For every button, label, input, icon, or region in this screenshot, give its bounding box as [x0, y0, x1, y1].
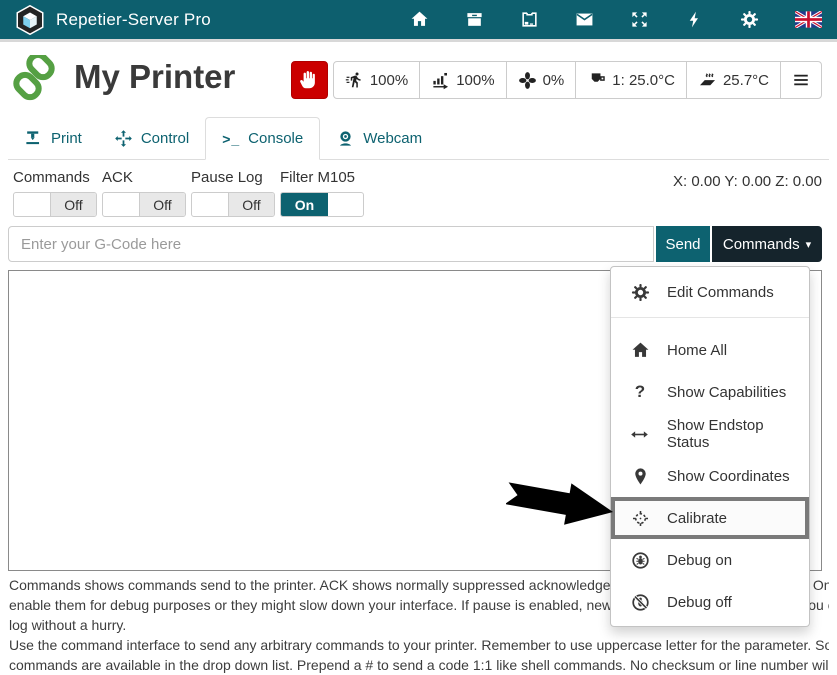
- gear-icon: [629, 283, 651, 302]
- top-navbar: Repetier-Server Pro: [0, 0, 837, 42]
- tab-label: Webcam: [363, 130, 422, 147]
- toggle-state: Off: [139, 193, 185, 216]
- tab-control[interactable]: Control: [98, 117, 205, 159]
- menu-item-label: Debug off: [667, 594, 732, 611]
- tab-label: Console: [248, 130, 303, 147]
- emergency-stop-button[interactable]: [291, 61, 328, 99]
- speed-runner-icon: [345, 71, 364, 90]
- toggle-state: Off: [228, 193, 274, 216]
- printer-link-icon: [10, 55, 58, 103]
- menu-item-show-endstop-status[interactable]: Show Endstop Status: [611, 413, 809, 455]
- printer-status-bar: 100% 100% 0% 1: 25.0°C: [291, 61, 822, 99]
- bug-off-icon: [629, 593, 651, 612]
- menu-item-label: Show Coordinates: [667, 468, 790, 485]
- stop-hand-icon: [298, 69, 320, 91]
- toggle-state: On: [281, 193, 328, 216]
- menu-item-home-all[interactable]: Home All: [611, 329, 809, 371]
- gcode-input[interactable]: [8, 226, 654, 262]
- menu-item-show-capabilities[interactable]: ? Show Capabilities: [611, 371, 809, 413]
- menu-item-label: Show Capabilities: [667, 384, 786, 401]
- app-title: Repetier-Server Pro: [56, 10, 211, 30]
- printer-frame-icon[interactable]: [520, 10, 539, 29]
- home-icon[interactable]: [410, 10, 429, 29]
- tab-label: Print: [51, 130, 82, 147]
- send-button[interactable]: Send: [656, 226, 710, 262]
- language-flag-uk-icon[interactable]: [795, 11, 822, 28]
- toggle-label-pause-log: Pause Log: [191, 169, 275, 186]
- menu-item-show-coordinates[interactable]: Show Coordinates: [611, 455, 809, 497]
- fan-value: 0%: [543, 72, 565, 89]
- console-terminal-icon: >_: [222, 131, 240, 147]
- question-icon: ?: [629, 382, 651, 402]
- menu-item-label: Debug on: [667, 552, 732, 569]
- map-pin-icon: [629, 467, 651, 486]
- menu-divider: [611, 317, 809, 318]
- menu-item-label: Show Endstop Status: [667, 417, 809, 451]
- position-readout: X: 0.00 Y: 0.00 Z: 0.00: [673, 173, 822, 190]
- flow-status-button[interactable]: 100%: [419, 62, 505, 98]
- home-icon: [629, 341, 651, 360]
- tab-print[interactable]: Print: [8, 117, 98, 159]
- crosshair-icon: [629, 509, 651, 528]
- hamburger-menu-icon: [792, 71, 810, 89]
- menu-item-label: Edit Commands: [667, 284, 774, 301]
- commands-dropdown-menu: Edit Commands Home All ? Show Capabiliti…: [610, 266, 810, 627]
- commands-dropdown-button[interactable]: Commands ▾: [712, 226, 822, 262]
- pause-log-toggle[interactable]: Off: [191, 192, 275, 217]
- speed-status-button[interactable]: 100%: [334, 62, 419, 98]
- extruder-nozzle-icon: [587, 71, 606, 90]
- tab-label: Control: [141, 130, 189, 147]
- log-filter-toggles: Commands Off ACK Off Pause Log Off Filte…: [13, 169, 364, 217]
- commands-toggle[interactable]: Off: [13, 192, 97, 217]
- toggle-label-commands: Commands: [13, 169, 97, 186]
- print-icon: [24, 129, 43, 148]
- extruder-temp-value: 1: 25.0°C: [612, 72, 675, 89]
- left-right-arrow-icon: [629, 425, 651, 444]
- printer-menu-button[interactable]: [780, 62, 821, 98]
- bed-temp-button[interactable]: 25.7°C: [686, 62, 780, 98]
- gcode-command-row: Send Commands ▾: [8, 226, 822, 262]
- power-icon[interactable]: [685, 10, 704, 29]
- heated-bed-icon: [698, 71, 717, 90]
- commands-button-label: Commands: [723, 236, 800, 253]
- fan-icon: [518, 71, 537, 90]
- toggle-state: Off: [50, 193, 96, 216]
- menu-item-debug-on[interactable]: Debug on: [611, 539, 809, 581]
- navbar-icon-group: [410, 10, 822, 29]
- help-line: commands are available in the drop down …: [9, 655, 829, 675]
- menu-item-label: Home All: [667, 342, 727, 359]
- fan-status-button[interactable]: 0%: [506, 62, 576, 98]
- toggle-label-ack: ACK: [102, 169, 186, 186]
- messages-icon[interactable]: [575, 10, 594, 29]
- bed-temp-value: 25.7°C: [723, 72, 769, 89]
- filter-m105-toggle[interactable]: On: [280, 192, 364, 217]
- menu-item-edit-commands[interactable]: Edit Commands: [611, 271, 809, 313]
- speed-value: 100%: [370, 72, 408, 89]
- caret-down-icon: ▾: [806, 238, 812, 251]
- printer-tabbar: Print Control >_ Console Webcam: [8, 118, 829, 160]
- toggle-label-filter-m105: Filter M105: [280, 169, 364, 186]
- flow-icon: [431, 71, 450, 90]
- fullscreen-icon[interactable]: [630, 10, 649, 29]
- ack-toggle[interactable]: Off: [102, 192, 186, 217]
- menu-item-calibrate[interactable]: Calibrate: [611, 497, 809, 539]
- flow-value: 100%: [456, 72, 494, 89]
- tab-console[interactable]: >_ Console: [205, 117, 320, 160]
- tab-webcam[interactable]: Webcam: [320, 117, 438, 159]
- settings-icon[interactable]: [740, 10, 759, 29]
- app-logo-icon[interactable]: [15, 5, 45, 35]
- control-move-icon: [114, 129, 133, 148]
- page-title: My Printer: [74, 58, 235, 96]
- menu-item-debug-off[interactable]: Debug off: [611, 581, 809, 623]
- webcam-icon: [336, 129, 355, 148]
- storage-box-icon[interactable]: [465, 10, 484, 29]
- extruder-temp-button[interactable]: 1: 25.0°C: [575, 62, 686, 98]
- menu-item-label: Calibrate: [667, 510, 727, 527]
- bug-icon: [629, 551, 651, 570]
- help-line: Use the command interface to send any ar…: [9, 635, 829, 655]
